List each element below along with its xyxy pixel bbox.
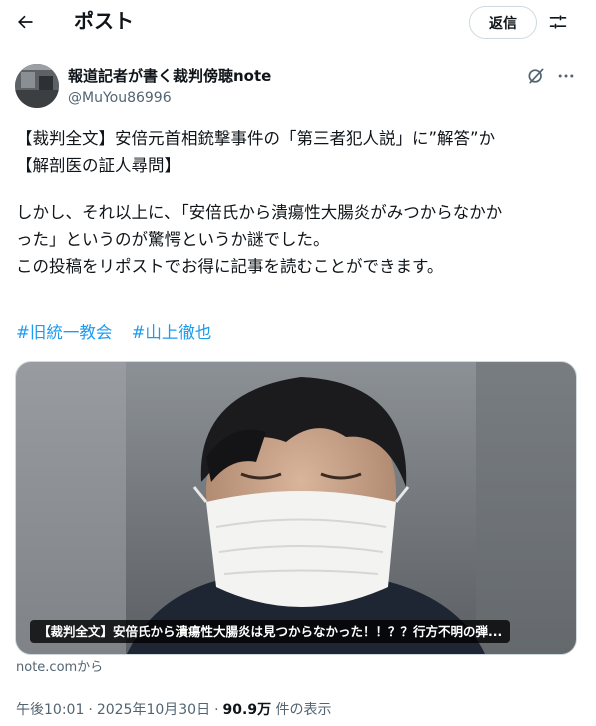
- post-time[interactable]: 午後10:01: [16, 702, 84, 718]
- post-line: 【解剖医の証人尋問】: [16, 156, 181, 175]
- view-label: 件の表示: [275, 702, 332, 718]
- card-image: [16, 362, 576, 654]
- post-date[interactable]: 2025年10月30日: [97, 702, 210, 718]
- filter-button[interactable]: [544, 8, 572, 36]
- sliders-icon: [549, 15, 567, 29]
- hashtag-row: #旧統一教会 #山上徹也: [16, 319, 225, 346]
- card-caption: 【裁判全文】安倍氏から潰瘍性大腸炎は見つからなかった！！？？行方不明の弾...: [30, 620, 511, 643]
- page-title: ポスト: [74, 9, 134, 33]
- meta-separator: ·: [214, 702, 219, 718]
- grok-icon: [528, 68, 544, 84]
- author-handle[interactable]: @MuYou86996: [68, 88, 172, 108]
- back-button[interactable]: [10, 7, 40, 37]
- post-line: った」というのが驚愕というか謎でした。: [16, 230, 330, 249]
- post-line: しかし、それ以上に、「安倍氏から潰瘍性大腸炎がみつからなかか: [16, 203, 503, 222]
- more-button[interactable]: [554, 64, 578, 88]
- hashtag-link[interactable]: #山上徹也: [132, 323, 212, 342]
- post-line: この投稿をリポストでお得に記事を読むことができます。: [16, 257, 444, 276]
- reply-button[interactable]: 返信: [469, 6, 537, 39]
- author-name[interactable]: 報道記者が書く裁判傍聴note: [68, 66, 271, 86]
- arrow-left-icon: [18, 15, 33, 29]
- post-line: 【裁判全文】安倍元首相銃撃事件の「第三者犯人説」に”解答”か: [16, 129, 496, 148]
- post-meta: 午後10:01 · 2025年10月30日 · 90.9万 件の表示: [16, 700, 332, 720]
- view-count: 90.9万: [222, 702, 272, 718]
- avatar[interactable]: [15, 64, 59, 108]
- hashtag-link[interactable]: #旧統一教会: [16, 323, 112, 342]
- grok-button[interactable]: [524, 64, 548, 88]
- top-bar: ポスト 返信: [0, 0, 596, 44]
- post-text: 【裁判全文】安倍元首相銃撃事件の「第三者犯人説」に”解答”か 【解剖医の証人尋問…: [16, 125, 582, 280]
- link-card[interactable]: 【裁判全文】安倍氏から潰瘍性大腸炎は見つからなかった！！？？行方不明の弾...: [15, 361, 577, 655]
- meta-separator: ·: [88, 702, 93, 718]
- more-dots-icon: [558, 74, 574, 78]
- card-source-link[interactable]: note.comから: [16, 659, 103, 677]
